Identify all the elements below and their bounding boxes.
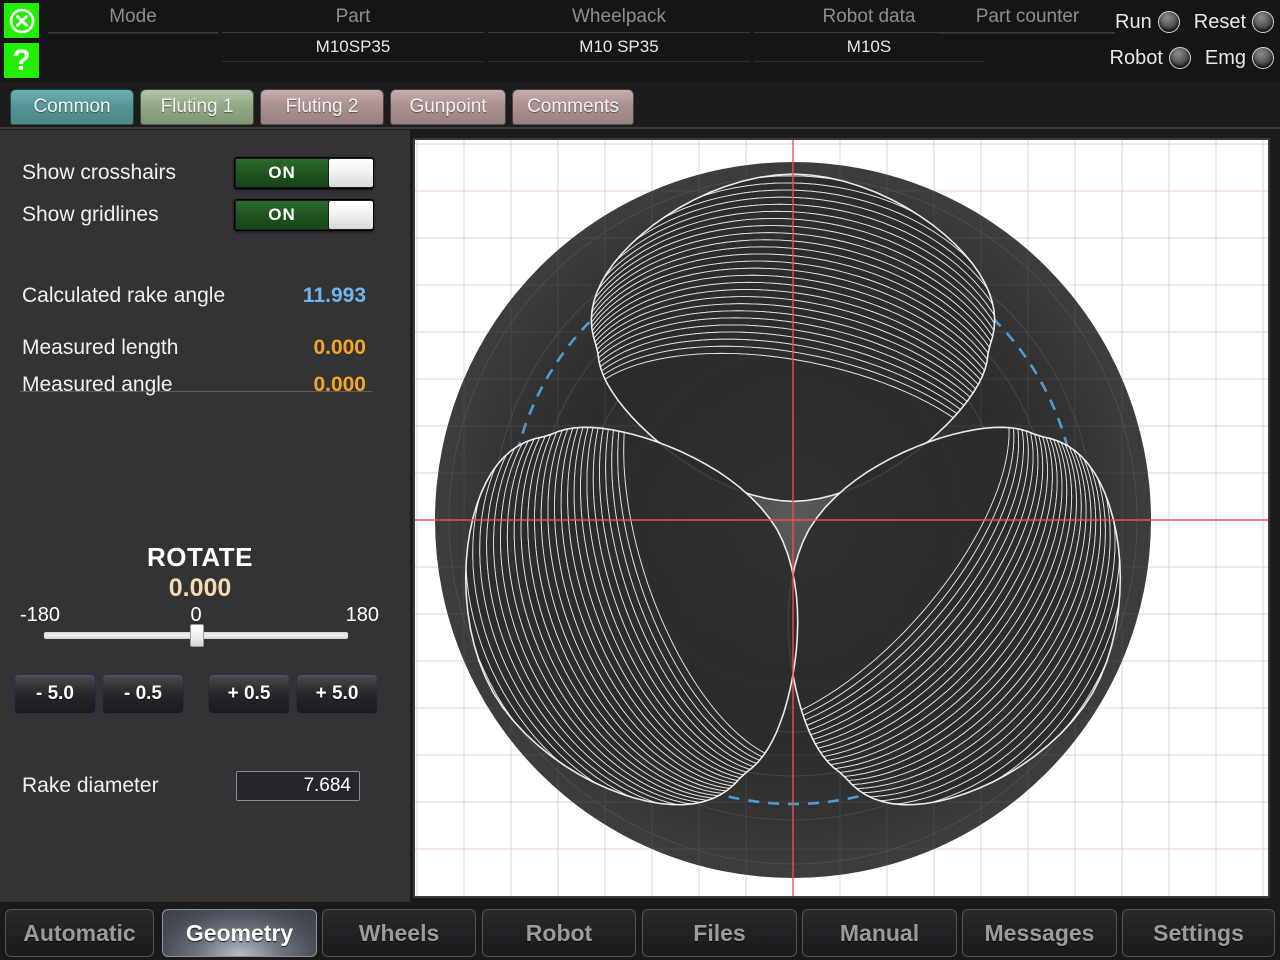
header-title-wheelpack: Wheelpack: [572, 6, 666, 27]
led-reset-icon: [1252, 11, 1274, 33]
rotate-section-title: ROTATE: [146, 542, 254, 572]
header-rule: [488, 61, 750, 62]
toggle-state-crosshairs: ON: [236, 159, 328, 187]
header-field-part: Part M10SP35: [222, 4, 484, 62]
nav-wheels[interactable]: Wheels: [322, 909, 476, 957]
rotate-minus-0-5-button[interactable]: - 0.5: [102, 674, 184, 714]
rotate-plus-0-5-button[interactable]: + 0.5: [208, 674, 290, 714]
header-title-part: Part: [335, 6, 371, 27]
status-indicator-group: Run Reset Robot Emg: [1074, 4, 1274, 76]
status-run[interactable]: Run: [1115, 11, 1180, 34]
header-field-mode: Mode: [48, 4, 218, 34]
label-show-crosshairs: Show crosshairs: [22, 161, 177, 184]
led-run-icon: [1157, 11, 1180, 33]
geometry-render-svg: [415, 140, 1268, 896]
header-field-wheelpack: Wheelpack M10 SP35: [488, 4, 750, 62]
header-value-robot-data: M10S: [846, 37, 892, 56]
row-show-crosshairs: Show crosshairs ON: [22, 157, 374, 189]
header-rule: [48, 33, 218, 34]
nav-files[interactable]: Files: [642, 909, 797, 957]
question-mark-icon[interactable]: ?: [3, 42, 40, 79]
label-show-gridlines: Show gridlines: [22, 203, 159, 226]
led-emg-icon: [1252, 47, 1274, 69]
status-label-reset: Reset: [1193, 10, 1246, 33]
rotate-slider-thumb[interactable]: [190, 624, 204, 647]
rotate-value: 0.000: [168, 574, 232, 602]
header-title-mode: Mode: [109, 6, 157, 27]
header-rule: [754, 61, 984, 62]
status-robot[interactable]: Robot: [1110, 47, 1191, 70]
row-measured-angle: Measured angle 0.000: [22, 373, 366, 397]
geometry-viewport-frame: [413, 138, 1270, 898]
value-measured-angle: 0.000: [313, 373, 366, 396]
geometry-viewport[interactable]: [415, 140, 1268, 896]
toggle-show-crosshairs[interactable]: ON: [234, 157, 374, 189]
rake-diameter-input[interactable]: 7.684: [236, 771, 360, 801]
tab-divider: [0, 127, 1280, 129]
header-value-wheelpack: M10 SP35: [579, 37, 659, 56]
label-measured-angle: Measured angle: [22, 373, 173, 396]
row-measured-length: Measured length 0.000: [22, 336, 366, 360]
bottom-navigation-bar: Automatic Geometry Wheels Robot Files Ma…: [0, 905, 1280, 960]
status-label-emg: Emg: [1204, 46, 1246, 69]
nav-manual[interactable]: Manual: [802, 909, 957, 957]
tab-gunpoint[interactable]: Gunpoint: [390, 89, 506, 125]
status-reset[interactable]: Reset: [1194, 11, 1274, 34]
label-measured-length: Measured length: [22, 336, 179, 359]
value-calculated-rake-angle: 11.993: [302, 284, 366, 307]
nav-automatic[interactable]: Automatic: [5, 909, 154, 957]
nav-messages[interactable]: Messages: [962, 909, 1117, 957]
slider-max-label: 180: [345, 604, 379, 626]
toggle-knob-gridlines: [329, 201, 373, 229]
tab-fluting-1[interactable]: Fluting 1: [140, 89, 254, 125]
toggle-show-gridlines[interactable]: ON: [234, 199, 374, 231]
left-control-panel: Show crosshairs ON Show gridlines ON Cal…: [0, 130, 410, 960]
rotate-minus-5-button[interactable]: - 5.0: [14, 674, 96, 714]
led-robot-icon: [1168, 47, 1191, 69]
status-label-run: Run: [1115, 10, 1152, 33]
help-icon-glyph: ?: [12, 43, 31, 77]
header-rule: [222, 61, 484, 62]
nav-geometry[interactable]: Geometry: [162, 909, 317, 957]
tab-comments[interactable]: Comments: [512, 89, 634, 125]
tab-fluting-2[interactable]: Fluting 2: [260, 89, 384, 125]
status-emg[interactable]: Emg: [1205, 47, 1274, 70]
tab-common[interactable]: Common: [10, 89, 134, 125]
toggle-knob-crosshairs: [329, 159, 373, 187]
row-calculated-rake-angle: Calculated rake angle 11.993: [22, 284, 366, 308]
header-value-part: M10SP35: [315, 37, 391, 56]
value-measured-length: 0.000: [313, 336, 366, 359]
header-bar: ? Mode Part M10SP35 Wheelpack M10 SP35 R…: [0, 0, 1280, 82]
label-rake-diameter: Rake diameter: [22, 774, 159, 797]
nav-robot[interactable]: Robot: [482, 909, 636, 957]
row-show-gridlines: Show gridlines ON: [22, 199, 374, 231]
status-label-robot: Robot: [1109, 46, 1163, 69]
rotate-plus-5-button[interactable]: + 5.0: [296, 674, 378, 714]
tab-bar: Common Fluting 1 Fluting 2 Gunpoint Comm…: [0, 86, 1280, 128]
label-calculated-rake-angle: Calculated rake angle: [22, 284, 226, 307]
toggle-state-gridlines: ON: [236, 201, 328, 229]
close-circle-icon[interactable]: [3, 2, 40, 39]
nav-settings[interactable]: Settings: [1122, 909, 1275, 957]
